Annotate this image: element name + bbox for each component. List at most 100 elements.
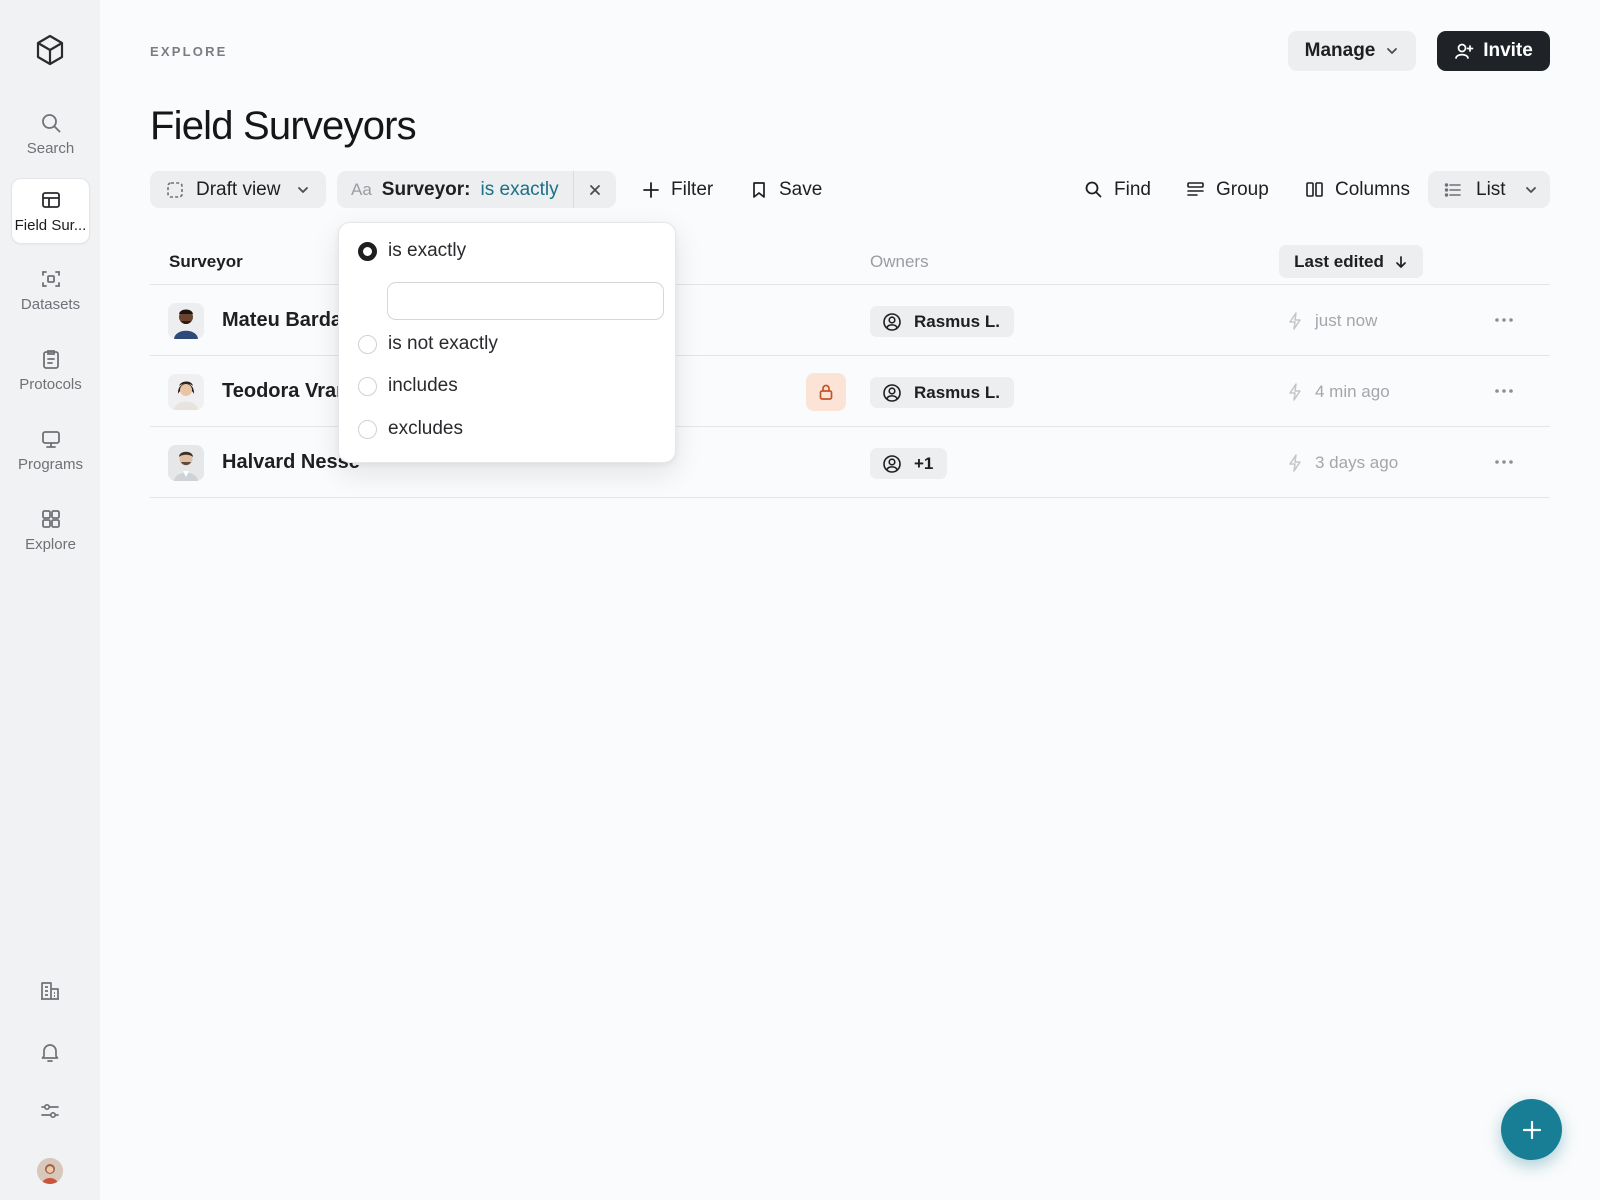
plus-icon xyxy=(642,181,660,199)
radio-unselected[interactable] xyxy=(358,376,377,396)
layout-selector-label: List xyxy=(1476,178,1506,200)
sidebar-item-field-surveyors[interactable]: Field Sur... xyxy=(11,178,90,244)
clipboard-icon xyxy=(40,348,62,370)
owner-chip[interactable]: Rasmus L. xyxy=(870,377,1014,408)
sidebar-item-label: Search xyxy=(26,139,75,157)
filter-field-label: Surveyor: xyxy=(381,178,471,200)
chevron-down-icon xyxy=(1524,183,1538,197)
owner-chip[interactable]: +1 xyxy=(870,448,948,479)
sidebar-item-search[interactable]: Search xyxy=(11,101,90,167)
option-is-exactly[interactable]: is exactly xyxy=(358,240,466,262)
lock-icon xyxy=(817,383,835,401)
avatar xyxy=(168,445,204,481)
option-excludes[interactable]: excludes xyxy=(358,418,463,440)
search-icon xyxy=(40,112,62,134)
surveyor-name: Mateu Barda xyxy=(222,309,343,331)
text-type-icon: Aa xyxy=(351,179,372,199)
find-button[interactable]: Find xyxy=(1084,171,1151,208)
columns-icon xyxy=(1305,180,1324,199)
page-title: Field Surveyors xyxy=(150,104,417,148)
radio-unselected[interactable] xyxy=(358,419,377,439)
owner-name: Rasmus L. xyxy=(914,311,1000,331)
option-label: includes xyxy=(388,375,458,396)
user-circle-icon xyxy=(882,383,902,403)
last-edited: 4 min ago xyxy=(1287,382,1390,402)
column-header-owners[interactable]: Owners xyxy=(870,252,929,272)
row-more-button[interactable] xyxy=(1490,452,1518,472)
columns-button[interactable]: Columns xyxy=(1305,171,1410,208)
view-selector[interactable]: Draft view xyxy=(150,171,326,208)
add-filter-button[interactable]: Filter xyxy=(642,171,713,208)
filter-chip-editor[interactable]: Aa Surveyor: is exactly xyxy=(337,171,573,208)
row-more-button[interactable] xyxy=(1490,310,1518,330)
avatar xyxy=(168,374,204,410)
building-icon[interactable] xyxy=(38,979,62,1003)
option-label: is exactly xyxy=(388,240,467,261)
bell-icon[interactable] xyxy=(38,1040,62,1064)
app-logo-icon[interactable] xyxy=(33,33,67,67)
locked-badge[interactable] xyxy=(806,373,846,411)
last-edited-text: just now xyxy=(1315,311,1378,330)
monitor-icon xyxy=(40,428,62,450)
grid-icon xyxy=(40,508,62,530)
column-header-surveyor[interactable]: Surveyor xyxy=(169,252,243,272)
bolt-icon xyxy=(1287,312,1303,330)
save-view-button[interactable]: Save xyxy=(750,171,822,208)
sidebar-item-label: Programs xyxy=(17,455,84,473)
add-new-button[interactable] xyxy=(1501,1099,1562,1160)
bookmark-icon xyxy=(750,181,768,199)
owner-name: Rasmus L. xyxy=(914,382,1000,402)
list-icon xyxy=(1444,181,1462,199)
table-icon xyxy=(40,189,62,211)
sliders-icon[interactable] xyxy=(38,1099,62,1123)
group-icon xyxy=(1186,180,1205,199)
active-filter-chip: Aa Surveyor: is exactly xyxy=(337,171,616,208)
last-edited: 3 days ago xyxy=(1287,453,1398,473)
radio-selected[interactable] xyxy=(358,241,377,261)
owner-chip[interactable]: Rasmus L. xyxy=(870,306,1014,337)
sidebar-item-programs[interactable]: Programs xyxy=(11,417,90,483)
sidebar-item-protocols[interactable]: Protocols xyxy=(11,337,90,403)
manage-button[interactable]: Manage xyxy=(1288,31,1416,71)
surveyor-name: Teodora Vrar xyxy=(222,380,344,402)
owner-name: +1 xyxy=(914,453,934,473)
last-edited-text: 4 min ago xyxy=(1315,382,1390,401)
more-horizontal-icon xyxy=(1494,317,1514,323)
close-icon xyxy=(588,183,602,197)
option-label: excludes xyxy=(388,418,463,439)
bolt-icon xyxy=(1287,454,1303,472)
sidebar-item-label: Field Sur... xyxy=(14,216,87,234)
avatar[interactable] xyxy=(37,1158,63,1184)
breadcrumb: EXPLORE xyxy=(150,44,228,59)
manage-button-label: Manage xyxy=(1304,40,1376,61)
divider xyxy=(150,497,1550,498)
bolt-icon xyxy=(1287,383,1303,401)
more-horizontal-icon xyxy=(1494,388,1514,394)
last-edited-text: 3 days ago xyxy=(1315,453,1399,472)
option-includes[interactable]: includes xyxy=(358,375,458,397)
avatar xyxy=(168,303,204,339)
remove-filter-button[interactable] xyxy=(573,171,616,208)
radio-unselected[interactable] xyxy=(358,334,377,354)
filter-value-input[interactable] xyxy=(387,282,664,320)
sort-label: Last edited xyxy=(1294,251,1384,271)
option-label: is not exactly xyxy=(388,333,498,354)
filter-operator-label: is exactly xyxy=(480,178,559,200)
filter-operator-dropdown: is exactly is not exactly includes exclu… xyxy=(338,222,676,463)
layout-selector[interactable]: List xyxy=(1428,171,1550,208)
sidebar-item-label: Protocols xyxy=(19,375,82,393)
filter-label: Filter xyxy=(671,178,714,200)
sort-last-edited-button[interactable]: Last edited xyxy=(1279,245,1423,278)
row-more-button[interactable] xyxy=(1490,381,1518,401)
group-button[interactable]: Group xyxy=(1186,171,1269,208)
scan-icon xyxy=(40,268,62,290)
sidebar-item-datasets[interactable]: Datasets xyxy=(11,257,90,323)
sidebar-item-label: Explore xyxy=(25,535,76,553)
search-icon xyxy=(1084,180,1103,199)
group-label: Group xyxy=(1216,178,1269,200)
chevron-down-icon xyxy=(1385,44,1399,58)
option-is-not-exactly[interactable]: is not exactly xyxy=(358,333,498,355)
invite-button[interactable]: Invite xyxy=(1437,31,1550,71)
sidebar-item-explore[interactable]: Explore xyxy=(11,497,90,563)
sidebar: Search Field Sur... Datasets Protocols P… xyxy=(0,0,100,1200)
